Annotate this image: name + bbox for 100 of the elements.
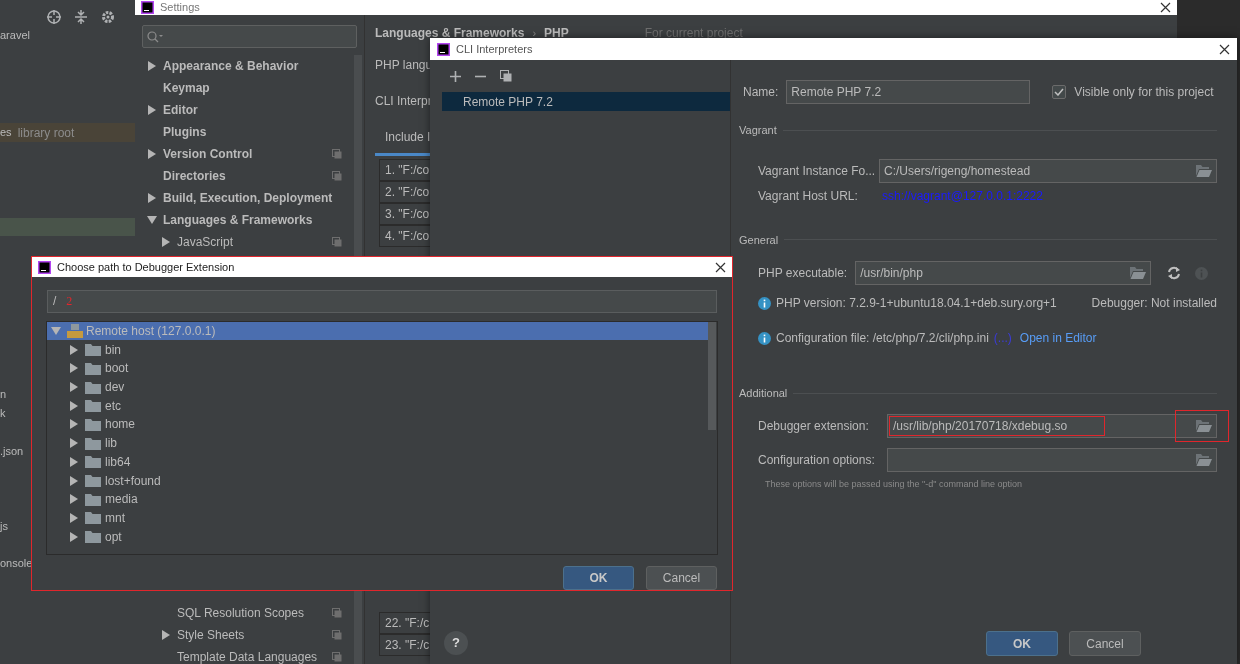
ok-button[interactable]: OK xyxy=(986,631,1058,656)
folder-icon xyxy=(85,530,101,544)
tree-label: media xyxy=(105,491,138,509)
tree-row[interactable]: lib64 xyxy=(47,452,708,472)
vagrant-folder-field[interactable]: C:/Users/rigeng/homestead xyxy=(879,158,1217,183)
project-tree-label[interactable]: js xyxy=(0,518,8,535)
copy-icon[interactable] xyxy=(500,70,512,82)
scrollbar[interactable] xyxy=(708,321,716,430)
collapsed-arrow-icon[interactable] xyxy=(69,438,79,449)
expanded-arrow-icon[interactable] xyxy=(147,215,157,225)
collapsed-arrow-icon[interactable] xyxy=(161,630,171,640)
collapsed-arrow-icon[interactable] xyxy=(69,400,79,411)
tree-row[interactable]: bin xyxy=(47,340,708,360)
settings-tree-item[interactable]: Version Control xyxy=(135,143,354,165)
project-tree-label[interactable]: .json xyxy=(0,443,24,460)
config-file-text: Configuration file: /etc/php/7.2/cli/php.ini xyxy=(776,330,989,347)
tree-label: bin xyxy=(105,341,121,359)
debugger-extension-field[interactable]: /usr/lib/php/20170718/xdebug.so xyxy=(887,413,1217,438)
hint-text: These options will be passed using the "-d" command line option xyxy=(764,477,1024,491)
project-tree-label[interactable]: aravel xyxy=(0,27,30,44)
app-logo-icon xyxy=(437,42,450,56)
collapsed-arrow-icon[interactable] xyxy=(147,193,157,203)
tree-row[interactable]: etc xyxy=(47,396,708,416)
tree-row[interactable]: lost+found xyxy=(47,471,708,490)
project-tree-label[interactable]: es xyxy=(0,124,12,141)
collapsed-arrow-icon[interactable] xyxy=(69,512,79,523)
project-tree-label[interactable]: k xyxy=(0,405,6,422)
field-label: Vagrant Instance Fo... xyxy=(758,162,877,180)
collapsed-arrow-icon[interactable] xyxy=(69,344,79,355)
checkmark-icon xyxy=(1054,88,1065,96)
cancel-button[interactable]: Cancel xyxy=(646,566,717,590)
settings-tree-item[interactable]: Appearance & Behavior xyxy=(135,55,354,77)
folder-icon xyxy=(85,361,101,375)
tree-row[interactable]: home xyxy=(47,415,708,434)
php-executable-field[interactable]: /usr/bin/php xyxy=(855,261,1152,285)
settings-tree-item[interactable]: Editor xyxy=(135,99,354,121)
refresh-icon[interactable] xyxy=(1167,266,1182,280)
field-label: Vagrant Host URL: xyxy=(758,187,859,205)
item-label: SQL Resolution Scopes xyxy=(177,605,304,622)
close-icon[interactable] xyxy=(1160,2,1171,13)
collapsed-arrow-icon[interactable] xyxy=(147,105,157,115)
settings-tree-item[interactable]: Template Data Languages xyxy=(135,646,354,664)
path-field[interactable]: / 2 xyxy=(47,290,717,313)
settings-tree-item[interactable]: Languages & Frameworks xyxy=(135,209,354,231)
collapsed-arrow-icon[interactable] xyxy=(147,61,157,71)
checkbox-label: Visible only for this project xyxy=(1074,84,1214,101)
close-icon[interactable] xyxy=(715,261,726,273)
folder-icon xyxy=(85,343,101,357)
item-label: Languages & Frameworks xyxy=(163,212,313,229)
collapsed-arrow-icon[interactable] xyxy=(69,419,79,430)
field-value: /usr/lib/php/20170718/xdebug.so xyxy=(889,415,1105,436)
settings-tree-item[interactable]: Keymap xyxy=(135,77,354,99)
settings-tree-item[interactable]: JavaScript xyxy=(135,231,354,253)
tree-row[interactable]: opt xyxy=(47,527,708,546)
folder-icon xyxy=(85,474,101,487)
collapsed-arrow-icon[interactable] xyxy=(69,456,79,467)
project-tree-label[interactable]: n xyxy=(0,386,7,403)
collapsed-arrow-icon[interactable] xyxy=(161,237,171,247)
name-field[interactable]: Remote PHP 7.2 xyxy=(786,80,1031,104)
search-icon xyxy=(147,30,163,43)
ok-button[interactable]: OK xyxy=(563,566,634,590)
target-icon[interactable] xyxy=(47,10,61,24)
collapsed-arrow-icon[interactable] xyxy=(69,531,79,542)
folder-icon xyxy=(1196,419,1212,432)
item-label: Appearance & Behavior xyxy=(163,58,299,75)
close-icon[interactable] xyxy=(1219,43,1230,55)
settings-icon[interactable] xyxy=(101,10,115,24)
window-title: Settings xyxy=(160,0,200,16)
add-icon[interactable] xyxy=(450,70,461,82)
settings-tree-item[interactable]: Plugins xyxy=(135,121,354,143)
copy-icon xyxy=(332,149,342,159)
tree-row[interactable]: media xyxy=(47,489,708,509)
folder-icon xyxy=(85,380,101,394)
collapsed-arrow-icon[interactable] xyxy=(69,382,79,393)
settings-tree-item[interactable]: SQL Resolution Scopes xyxy=(135,602,354,624)
tree-row[interactable]: boot xyxy=(47,359,708,378)
settings-tree-item[interactable]: Style Sheets xyxy=(135,624,354,646)
info-icon xyxy=(758,296,771,310)
settings-tree-item[interactable]: Build, Execution, Deployment xyxy=(135,187,354,209)
checkbox[interactable] xyxy=(1052,85,1067,99)
tree-row[interactable]: lib xyxy=(47,433,708,453)
field-label: Debugger extension: xyxy=(758,417,870,435)
settings-tree-item[interactable]: Directories xyxy=(135,165,354,187)
project-tree-label[interactable]: onsole xyxy=(0,555,33,572)
open-in-editor-link[interactable]: Open in Editor xyxy=(1019,329,1097,347)
interpreter-list-item[interactable]: Remote PHP 7.2 xyxy=(442,92,730,111)
collapsed-arrow-icon[interactable] xyxy=(147,149,157,159)
item-label: Directories xyxy=(163,168,226,185)
tree-row[interactable]: mnt xyxy=(47,508,708,528)
search-field[interactable] xyxy=(142,25,357,48)
collapsed-arrow-icon[interactable] xyxy=(69,494,79,505)
tree-label: Remote host (127.0.0.1) xyxy=(86,323,216,340)
tree-row[interactable]: dev xyxy=(47,377,708,397)
configuration-options-field[interactable] xyxy=(887,447,1217,472)
item-label: Editor xyxy=(163,102,198,119)
breadcrumb: PHP xyxy=(544,25,569,42)
cancel-button[interactable]: Cancel xyxy=(1069,631,1141,656)
collapsed-arrow-icon[interactable] xyxy=(69,475,79,486)
collapse-icon[interactable] xyxy=(75,10,87,24)
collapsed-arrow-icon[interactable] xyxy=(69,363,79,374)
